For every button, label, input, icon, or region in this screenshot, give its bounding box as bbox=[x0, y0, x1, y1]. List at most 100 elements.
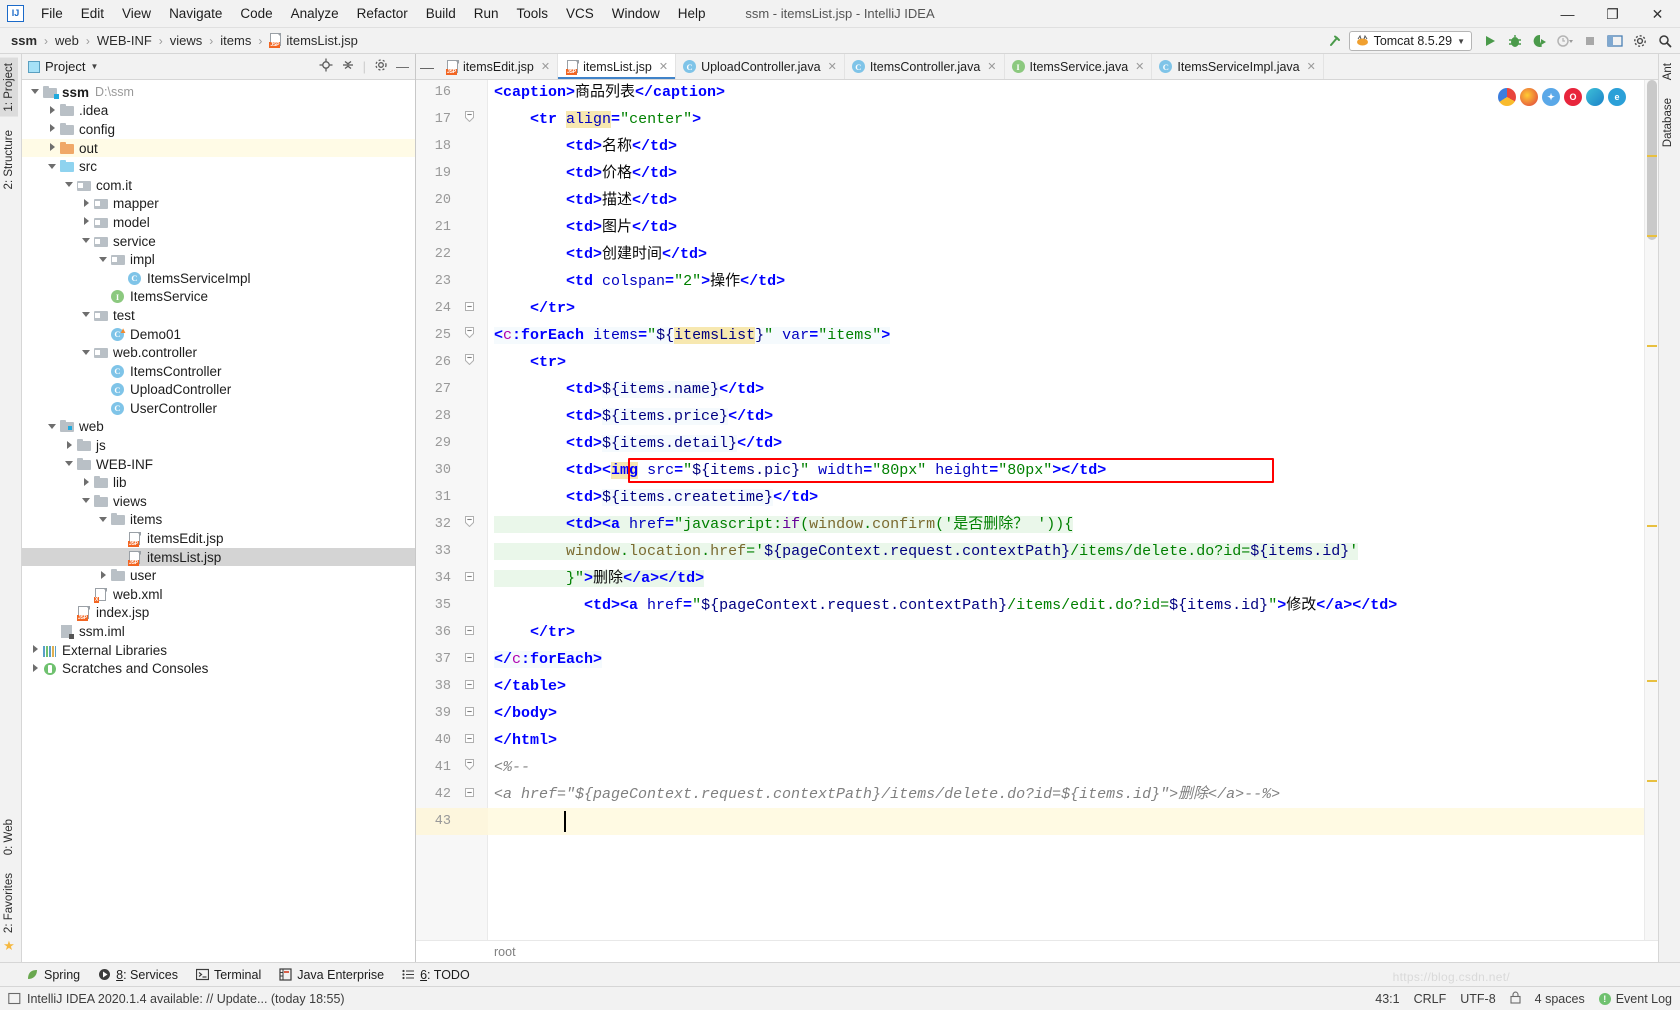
code-line[interactable]: <a href="${pageContext.request.contextPa… bbox=[488, 781, 1644, 808]
run-icon[interactable] bbox=[1479, 30, 1501, 52]
code-line[interactable]: <td>创建时间</td> bbox=[488, 241, 1644, 268]
update-arrow-icon[interactable] bbox=[1324, 30, 1346, 52]
code-line[interactable]: <td>${items.name}</td> bbox=[488, 376, 1644, 403]
editor-scrollbar-thumb[interactable] bbox=[1647, 80, 1657, 240]
code-editor[interactable]: ✦ O e <caption>商品列表</caption> <tr align=… bbox=[488, 80, 1644, 940]
code-line[interactable]: <c:forEach items="${itemsList}" var="ite… bbox=[488, 322, 1644, 349]
tool-tab-web[interactable]: 0: Web bbox=[0, 814, 18, 860]
chevron-right-icon[interactable] bbox=[28, 645, 42, 655]
fold-collapsed-icon[interactable] bbox=[463, 781, 475, 808]
menu-tools[interactable]: Tools bbox=[508, 2, 558, 25]
fold-collapsed-icon[interactable] bbox=[463, 727, 475, 754]
code-line[interactable]: <td>图片</td> bbox=[488, 214, 1644, 241]
run-with-coverage-icon[interactable] bbox=[1529, 30, 1551, 52]
code-line[interactable]: <td>名称</td> bbox=[488, 133, 1644, 160]
chevron-right-icon[interactable] bbox=[28, 663, 42, 674]
close-tab-icon[interactable]: ✕ bbox=[828, 60, 837, 73]
profile-icon[interactable] bbox=[1554, 30, 1576, 52]
bottom-tool-todo[interactable]: 6: TODO bbox=[402, 968, 470, 982]
tree-node-itemsservice[interactable]: I ItemsService bbox=[22, 288, 415, 307]
chevron-down-icon[interactable]: ▼ bbox=[90, 62, 98, 71]
tree-node-index-jsp[interactable]: JSP index.jsp bbox=[22, 604, 415, 623]
editor-tab-itemsserviceimpl-java[interactable]: C ItemsServiceImpl.java ✕ bbox=[1152, 54, 1324, 79]
menu-file[interactable]: File bbox=[32, 2, 72, 25]
indent-setting[interactable]: 4 spaces bbox=[1535, 992, 1585, 1006]
close-tab-icon[interactable]: ✕ bbox=[987, 60, 996, 73]
code-line[interactable]: </tr> bbox=[488, 619, 1644, 646]
inspection-marker[interactable] bbox=[1647, 525, 1657, 527]
event-log-button[interactable]: ! Event Log bbox=[1598, 992, 1672, 1006]
code-line[interactable]: window.location.href='${pageContext.requ… bbox=[488, 538, 1644, 565]
caret-position[interactable]: 43:1 bbox=[1375, 992, 1399, 1006]
code-line[interactable]: <td>${items.detail}</td> bbox=[488, 430, 1644, 457]
tree-node-web-controller[interactable]: web.controller bbox=[22, 343, 415, 362]
code-line[interactable]: </tr> bbox=[488, 295, 1644, 322]
chevron-down-icon[interactable] bbox=[79, 497, 93, 505]
project-tree[interactable]: ssm D:\ssm .idea config out src com.it mapper mo… bbox=[22, 80, 415, 962]
code-line[interactable]: <tr align="center"> bbox=[488, 106, 1644, 133]
tree-node-itemsserviceimpl[interactable]: C ItemsServiceImpl bbox=[22, 269, 415, 288]
firefox-icon[interactable] bbox=[1520, 88, 1538, 106]
opera-icon[interactable]: O bbox=[1564, 88, 1582, 106]
chevron-down-icon[interactable] bbox=[96, 516, 110, 524]
menu-vcs[interactable]: VCS bbox=[557, 2, 603, 25]
tree-node-user[interactable]: user bbox=[22, 566, 415, 585]
breadcrumb-views[interactable]: views bbox=[167, 32, 206, 49]
code-line[interactable]: <td><img src="${items.pic}" width="80px"… bbox=[488, 457, 1644, 484]
editor-tab-itemsservice-java[interactable]: I ItemsService.java ✕ bbox=[1004, 54, 1153, 79]
code-line[interactable] bbox=[488, 808, 1644, 835]
chevron-down-icon[interactable] bbox=[79, 349, 93, 357]
chevron-right-icon[interactable] bbox=[96, 570, 110, 581]
tree-node-config[interactable]: config bbox=[22, 120, 415, 139]
safari-icon[interactable]: ✦ bbox=[1542, 88, 1560, 106]
chevron-right-icon[interactable] bbox=[45, 124, 59, 134]
chevron-down-icon[interactable]: ▼ bbox=[1457, 37, 1465, 46]
file-encoding[interactable]: UTF-8 bbox=[1460, 992, 1495, 1006]
bottom-tool-services[interactable]: 8: Services bbox=[98, 968, 178, 982]
tree-node-ssm[interactable]: ssm D:\ssm bbox=[22, 83, 415, 102]
run-configuration-selector[interactable]: Tomcat 8.5.29 ▼ bbox=[1348, 31, 1472, 51]
tree-node-ssm-iml[interactable]: ssm.iml bbox=[22, 622, 415, 641]
tree-node-out[interactable]: out bbox=[22, 138, 415, 158]
inspection-marker[interactable] bbox=[1647, 155, 1657, 157]
close-icon[interactable]: ✕ bbox=[1635, 0, 1680, 28]
tree-node-itemslist-jsp[interactable]: JSP itemsList.jsp bbox=[22, 547, 415, 567]
tree-node-scratches-and-consoles[interactable]: Scratches and Consoles bbox=[22, 659, 415, 678]
tool-tab-database[interactable]: Database bbox=[1659, 93, 1677, 152]
chevron-down-icon[interactable] bbox=[45, 163, 59, 171]
code-line[interactable]: <td>${items.price}</td> bbox=[488, 403, 1644, 430]
project-view-selector[interactable]: Project ▼ bbox=[28, 59, 98, 74]
gear-icon[interactable] bbox=[374, 58, 388, 75]
tree-node-external-libraries[interactable]: External Libraries bbox=[22, 641, 415, 660]
line-separator[interactable]: CRLF bbox=[1414, 992, 1447, 1006]
settings-icon[interactable] bbox=[1629, 30, 1651, 52]
chevron-right-icon[interactable] bbox=[79, 217, 93, 227]
fold-expanded-icon[interactable] bbox=[463, 754, 475, 781]
hide-panel-icon[interactable]: — bbox=[396, 59, 409, 74]
chevron-down-icon[interactable] bbox=[62, 181, 76, 189]
tool-tab-favorites[interactable]: 2: Favorites bbox=[0, 868, 18, 938]
tool-tab-structure[interactable]: 2: Structure bbox=[0, 125, 18, 194]
fold-collapsed-icon[interactable] bbox=[463, 619, 475, 646]
fold-expanded-icon[interactable] bbox=[463, 511, 475, 538]
code-line[interactable]: </c:forEach> bbox=[488, 646, 1644, 673]
editor-tab-itemscontroller-java[interactable]: C ItemsController.java ✕ bbox=[844, 54, 1005, 79]
code-line[interactable]: <td>${items.createtime}</td> bbox=[488, 484, 1644, 511]
tree-node-src[interactable]: src bbox=[22, 157, 415, 176]
layout-icon[interactable] bbox=[1604, 30, 1626, 52]
edge-icon[interactable] bbox=[1586, 88, 1604, 106]
bottom-tool-spring[interactable]: Spring bbox=[26, 968, 80, 982]
chevron-right-icon[interactable] bbox=[79, 477, 93, 488]
code-line[interactable]: </body> bbox=[488, 700, 1644, 727]
fold-collapsed-icon[interactable] bbox=[463, 646, 475, 673]
chevron-right-icon[interactable] bbox=[45, 143, 59, 153]
collapse-tabs-icon[interactable]: — bbox=[416, 54, 438, 79]
tree-node-web-xml[interactable]: Xweb.xml bbox=[22, 585, 415, 604]
menu-view[interactable]: View bbox=[113, 2, 160, 25]
stop-icon[interactable] bbox=[1579, 30, 1601, 52]
inspection-marker[interactable] bbox=[1647, 235, 1657, 237]
chevron-down-icon[interactable] bbox=[62, 460, 76, 468]
minimize-icon[interactable]: — bbox=[1545, 0, 1590, 28]
close-tab-icon[interactable]: ✕ bbox=[1135, 60, 1144, 73]
tree-node-model[interactable]: model bbox=[22, 213, 415, 232]
